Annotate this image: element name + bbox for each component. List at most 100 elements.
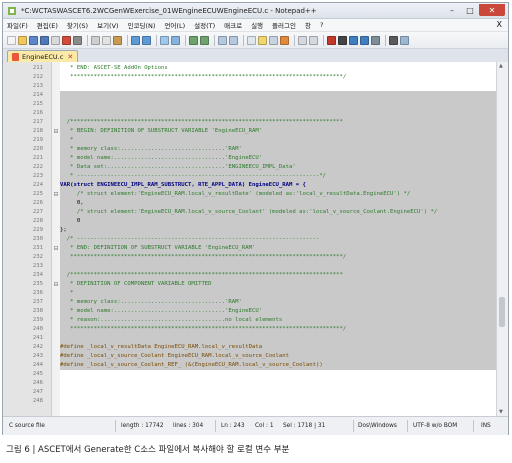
open-file-icon[interactable] xyxy=(18,35,27,45)
word-wrap-icon[interactable] xyxy=(247,35,256,45)
abc-spellcheck-icon[interactable] xyxy=(389,35,398,45)
code-line[interactable]: * model name:...........................… xyxy=(60,154,496,163)
new-file-icon[interactable] xyxy=(7,35,16,45)
run-macro-multiple-icon[interactable] xyxy=(360,35,369,45)
code-line[interactable]: }; xyxy=(60,226,496,235)
code-line[interactable] xyxy=(60,334,496,343)
code-line[interactable]: * xyxy=(60,289,496,298)
code-line[interactable]: * xyxy=(60,136,496,145)
menu-language[interactable]: 언어(L) xyxy=(164,20,185,30)
menu-run[interactable]: 실행 xyxy=(251,20,263,30)
code-line[interactable]: 0 xyxy=(60,217,496,226)
undo-icon[interactable] xyxy=(131,35,140,45)
code-line[interactable] xyxy=(60,262,496,271)
code-line[interactable]: #define _local_v_source_Coolant_REF_ (&(… xyxy=(60,361,496,370)
maximize-button[interactable]: □ xyxy=(461,4,479,16)
code-line[interactable]: * model name:...........................… xyxy=(60,307,496,316)
indent-guide-icon[interactable] xyxy=(269,35,278,45)
record-macro-icon[interactable] xyxy=(327,35,336,45)
show-all-chars-icon[interactable] xyxy=(258,35,267,45)
play-macro-icon[interactable] xyxy=(349,35,358,45)
scrollbar-thumb[interactable] xyxy=(499,297,505,327)
code-line[interactable]: * DEFINITION OF COMPONENT VARIABLE OMITT… xyxy=(60,280,496,289)
stop-macro-icon[interactable] xyxy=(338,35,347,45)
menu-view[interactable]: 보기(V) xyxy=(97,20,118,30)
status-separator xyxy=(115,420,116,432)
close-all-icon[interactable] xyxy=(62,35,71,45)
tab-close-icon[interactable]: ✕ xyxy=(67,53,73,61)
line-number: 218 xyxy=(32,128,43,134)
code-line[interactable]: #define _local_v_resultData EngineECU_RA… xyxy=(60,343,496,352)
fold-toggle-icon[interactable]: ⊟ xyxy=(53,280,59,289)
code-line[interactable]: * --------------------------------------… xyxy=(60,172,496,181)
code-line[interactable]: /***************************************… xyxy=(60,118,496,127)
code-line[interactable]: ****************************************… xyxy=(60,73,346,82)
scroll-up-arrow-icon[interactable]: ▲ xyxy=(499,63,503,69)
replace-icon[interactable] xyxy=(171,35,180,45)
code-line[interactable]: * reason:...............................… xyxy=(60,316,496,325)
editor-area[interactable]: 211 212 213 214 215 216 217 218 219 220 221 222 223 2… xyxy=(3,62,508,416)
code-line[interactable] xyxy=(60,100,496,109)
user-lang-icon[interactable] xyxy=(280,35,289,45)
function-list-icon[interactable] xyxy=(309,35,318,45)
doc-map-icon[interactable] xyxy=(298,35,307,45)
line-number: 233 xyxy=(32,263,43,269)
print-icon[interactable] xyxy=(73,35,82,45)
save-icon[interactable] xyxy=(29,35,38,45)
sync-scroll-v-icon[interactable] xyxy=(218,35,227,45)
code-line[interactable]: /* struct element:'EngineECU_RAM.local_v… xyxy=(60,208,496,217)
save-all-icon[interactable] xyxy=(40,35,49,45)
code-text-area[interactable]: * END: ASCET-SE AddOn Options **********… xyxy=(60,62,496,416)
close-window-button[interactable]: ✕ xyxy=(479,4,505,16)
sync-scroll-h-icon[interactable] xyxy=(229,35,238,45)
code-line[interactable]: * BEGIN: DEFINITION OF SUBSTRUCT VARIABL… xyxy=(60,127,496,136)
code-line[interactable]: * memory class:.........................… xyxy=(60,298,496,307)
code-line[interactable]: VAR(struct ENGINEECU_IMPL_RAM_SUBSTRUCT,… xyxy=(60,181,496,190)
status-length: length : 17742 xyxy=(121,423,164,429)
plugin-icon[interactable] xyxy=(400,35,409,45)
fold-toggle-icon[interactable]: ⊟ xyxy=(53,244,59,253)
menu-settings[interactable]: 설정(T) xyxy=(194,20,215,30)
menu-file[interactable]: 파일(F) xyxy=(7,20,28,30)
code-line[interactable] xyxy=(60,91,496,100)
code-line[interactable]: * END: DEFINITION OF SUBSTRUCT VARIABLE … xyxy=(60,244,496,253)
redo-icon[interactable] xyxy=(142,35,151,45)
save-macro-icon[interactable] xyxy=(371,35,380,45)
minimize-button[interactable]: – xyxy=(443,4,461,16)
menu-search[interactable]: 찾기(S) xyxy=(67,20,88,30)
menu-help[interactable]: ? xyxy=(320,21,323,29)
code-line[interactable]: /* struct element:'EngineECU_RAM.local_v… xyxy=(60,190,496,199)
code-line[interactable]: #define _local_v_source_Coolant EngineEC… xyxy=(60,352,496,361)
zoom-out-icon[interactable] xyxy=(200,35,209,45)
fold-margin[interactable]: ⊟ ⊟ ⊟ ⊟ xyxy=(52,62,60,416)
menu-plugins[interactable]: 플러그인 xyxy=(272,20,296,30)
code-line[interactable] xyxy=(60,109,496,118)
menu-edit[interactable]: 편집(E) xyxy=(37,20,58,30)
copy-icon[interactable] xyxy=(102,35,111,45)
find-icon[interactable] xyxy=(160,35,169,45)
code-line[interactable]: * Data set:.............................… xyxy=(60,163,496,172)
menu-encoding[interactable]: 인코딩(N) xyxy=(128,20,156,30)
code-line[interactable]: /***************************************… xyxy=(60,271,496,280)
status-bar: C source file length : 17742 lines : 304… xyxy=(3,416,508,435)
code-line[interactable]: * memory class:.........................… xyxy=(60,145,496,154)
code-line[interactable]: * END: ASCET-SE AddOn Options xyxy=(60,64,168,73)
close-document-icon[interactable]: X xyxy=(497,20,502,29)
zoom-in-icon[interactable] xyxy=(189,35,198,45)
code-line[interactable]: 0, xyxy=(60,199,496,208)
close-file-icon[interactable] xyxy=(51,35,60,45)
code-line[interactable]: ****************************************… xyxy=(60,325,496,334)
menu-window[interactable]: 창 xyxy=(305,20,311,30)
paste-icon[interactable] xyxy=(113,35,122,45)
status-separator xyxy=(353,420,354,432)
menu-macro[interactable]: 매크로 xyxy=(224,20,242,30)
fold-toggle-icon[interactable]: ⊟ xyxy=(53,190,59,199)
scroll-down-arrow-icon[interactable]: ▼ xyxy=(499,409,503,415)
fold-toggle-icon[interactable]: ⊟ xyxy=(53,127,59,136)
cut-icon[interactable] xyxy=(91,35,100,45)
code-line[interactable]: /* -------------------------------------… xyxy=(60,235,496,244)
line-number: 240 xyxy=(32,326,43,332)
vertical-scrollbar[interactable]: ▲ ▼ xyxy=(496,62,508,416)
code-line[interactable]: ****************************************… xyxy=(60,253,496,262)
line-number: 230 xyxy=(32,236,43,242)
